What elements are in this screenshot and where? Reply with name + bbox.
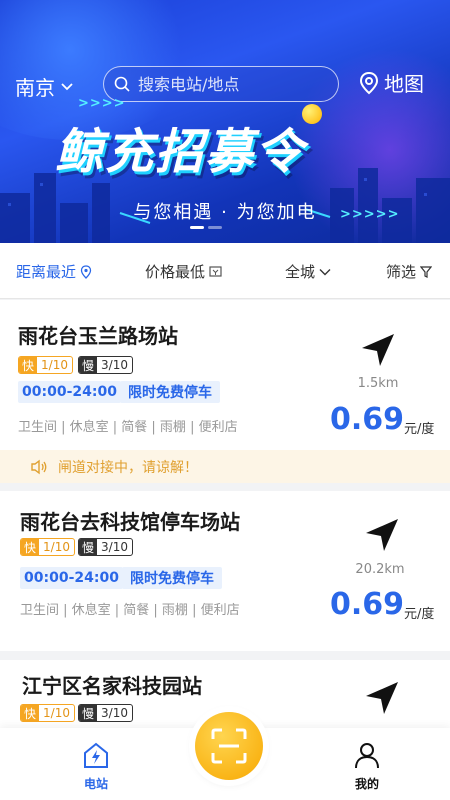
filter-bar: 距离最近 价格最低 全城 筛选 bbox=[0, 243, 450, 299]
search-box[interactable] bbox=[103, 66, 339, 102]
promo-banner[interactable]: 南京 地图 >>>> 鲸充招募令 与您相遇 · 为您加电 >>>>> bbox=[0, 0, 450, 243]
search-icon bbox=[114, 76, 130, 92]
filter-price[interactable]: 价格最低 bbox=[145, 261, 222, 282]
station-price: 0.69 bbox=[330, 402, 405, 437]
promo-title: 鲸充招募令 bbox=[55, 124, 306, 180]
amenities: 卫生间 | 休息室 | 简餐 | 雨棚 | 便利店 bbox=[18, 420, 238, 435]
app-root: 南京 地图 >>>> 鲸充招募令 与您相遇 · 为您加电 >>>>> 距离最近 bbox=[0, 0, 450, 800]
filter-area-label: 全城 bbox=[285, 263, 316, 281]
navigation-arrow-icon[interactable] bbox=[362, 515, 402, 555]
navigation-arrow-icon[interactable] bbox=[358, 330, 398, 370]
tab-station-label: 电站 bbox=[83, 777, 108, 791]
amenities: 卫生间 | 休息室 | 简餐 | 雨棚 | 便利店 bbox=[20, 603, 240, 618]
station-card[interactable]: 雨花台去科技馆停车场站 快 1/10 慢 3/10 00:00-24:00 限时免费… bbox=[0, 491, 450, 651]
station-distance: 20.2km bbox=[355, 562, 405, 577]
station-name: 江宁区名家科技园站 bbox=[22, 674, 202, 698]
station-price: 0.69 bbox=[330, 587, 405, 622]
station-name: 雨花台去科技馆停车场站 bbox=[20, 510, 240, 534]
arrow-decoration: >>>> bbox=[78, 96, 126, 111]
tab-mine[interactable]: 我的 bbox=[337, 740, 397, 792]
station-card[interactable]: 雨花台玉兰路场站 快 1/10 慢 3/10 00:00-24:00 限时免费停车 … bbox=[0, 300, 450, 450]
filter-distance-label: 距离最近 bbox=[16, 263, 77, 281]
notice-text: 闸道对接中，请谅解！ bbox=[58, 459, 198, 476]
search-input[interactable] bbox=[138, 74, 328, 94]
funnel-icon bbox=[420, 265, 433, 278]
filter-more[interactable]: 筛选 bbox=[386, 261, 433, 282]
navigation-arrow-icon[interactable] bbox=[362, 678, 402, 718]
opening-hours: 00:00-24:00 bbox=[20, 567, 123, 589]
slow-charger-tag: 慢 3/10 bbox=[78, 538, 133, 556]
fast-charger-tag: 快 1/10 bbox=[20, 704, 75, 722]
map-pin-icon bbox=[359, 71, 379, 94]
charging-station-icon bbox=[84, 742, 108, 768]
user-icon bbox=[355, 743, 379, 769]
price-unit: 元/度 bbox=[404, 607, 435, 622]
fast-charger-tag: 快 1/10 bbox=[18, 356, 73, 374]
arrow-decoration-right: >>>>> bbox=[340, 207, 400, 222]
parking-badge: 限时免费停车 bbox=[122, 567, 222, 589]
opening-hours: 00:00-24:00 bbox=[18, 381, 121, 403]
chevron-down-icon bbox=[61, 82, 73, 90]
slow-charger-tag: 慢 3/10 bbox=[78, 704, 133, 722]
station-name: 雨花台玉兰路场站 bbox=[18, 324, 178, 348]
chevron-down-icon bbox=[319, 268, 331, 275]
map-button[interactable]: 地图 bbox=[358, 68, 424, 97]
scan-button[interactable] bbox=[195, 712, 263, 780]
parking-badge: 限时免费停车 bbox=[120, 381, 220, 403]
filter-area[interactable]: 全城 bbox=[285, 261, 331, 282]
speaker-icon bbox=[31, 459, 47, 474]
carousel-indicator bbox=[190, 226, 222, 229]
scan-icon bbox=[211, 728, 247, 764]
tab-mine-label: 我的 bbox=[354, 777, 379, 791]
fast-charger-tag: 快 1/10 bbox=[20, 538, 75, 556]
location-pin-icon bbox=[80, 264, 92, 279]
filter-distance[interactable]: 距离最近 bbox=[16, 261, 92, 282]
tab-station[interactable]: 电站 bbox=[66, 740, 126, 792]
price-tag-icon bbox=[209, 266, 222, 277]
price-unit: 元/度 bbox=[404, 422, 435, 437]
station-distance: 1.5km bbox=[357, 376, 399, 391]
notice-bar: 闸道对接中，请谅解！ bbox=[0, 450, 450, 483]
slow-charger-tag: 慢 3/10 bbox=[78, 356, 133, 374]
filter-more-label: 筛选 bbox=[386, 263, 417, 281]
city-selector[interactable]: 南京 bbox=[15, 72, 73, 101]
filter-price-label: 价格最低 bbox=[145, 263, 206, 281]
city-label: 南京 bbox=[15, 76, 55, 100]
map-label: 地图 bbox=[384, 72, 424, 96]
